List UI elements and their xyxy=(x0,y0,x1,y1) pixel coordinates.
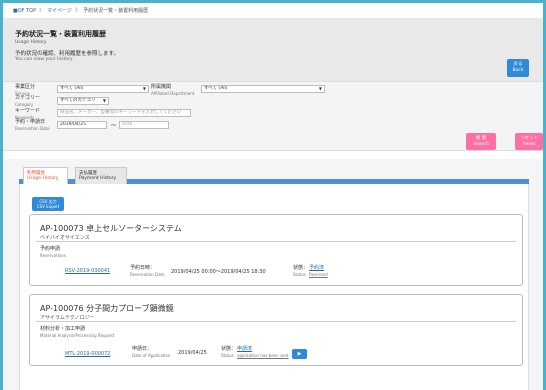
record-category: 材料分析・加工申請 Material Analysis/Processing Re… xyxy=(40,326,115,339)
page-header: 予約状況一覧・装置利用履歴 Usage History 予約状況の確認、利用履歴… xyxy=(3,19,543,81)
date-range-tilde: 〜 xyxy=(111,123,117,129)
record-date-label: 予約日時： Reservation Date xyxy=(130,265,165,278)
breadcrumb-item-top[interactable]: ■OF TOP xyxy=(13,8,36,14)
record-date-value: 2019/04/25 00:00〜2019/04/25 18:30 xyxy=(171,269,266,275)
page-title-en: Usage History xyxy=(15,40,47,45)
reset-button-label-en: Reset xyxy=(522,142,536,147)
service-select[interactable]: すべて (All) ▼ xyxy=(57,85,149,93)
breadcrumb-separator: 》 xyxy=(39,8,45,14)
tab-usage-history[interactable]: 利用履歴 Usage History xyxy=(23,167,68,184)
record-status-label: 状態： Status xyxy=(293,265,309,278)
back-button-label-en: Back xyxy=(512,68,524,73)
record-card: AP-100076 分子間力プローブ顕微鏡 アサイラムテクノロジー 材料分析・加… xyxy=(29,294,523,366)
tab-label-en: Payment History xyxy=(79,176,117,181)
csv-export-button[interactable]: CSV 出力 CSV Export xyxy=(32,197,64,211)
divider xyxy=(36,241,516,242)
record-date-value: 2019/04/25 xyxy=(178,350,207,356)
category-select[interactable]: すべてのカテゴリ ▼ xyxy=(57,97,109,105)
category-label: カテゴリー Category xyxy=(15,95,41,108)
date-label: 予約・申請日 Reservation Date xyxy=(15,119,50,132)
chevron-down-icon: ▼ xyxy=(318,86,322,91)
tab-label-en: Usage History xyxy=(27,176,59,181)
record-status[interactable]: 予約済 Reserved xyxy=(309,266,328,278)
breadcrumb-separator: 》 xyxy=(75,8,81,14)
breadcrumb: ■OF TOP 》マイページ》予約状況一覧・装置利用履歴 xyxy=(3,3,543,19)
date-to-input[interactable]: Until xyxy=(119,121,169,129)
record-title: AP-100073 卓上セルソーターシステム xyxy=(40,224,182,233)
back-button[interactable]: 戻る Back xyxy=(507,59,529,77)
tab-bar: 利用履歴 Usage History 支払履歴 Payment History xyxy=(19,167,529,184)
results-area: 利用履歴 Usage History 支払履歴 Payment History … xyxy=(3,159,543,390)
chevron-down-icon: ▼ xyxy=(142,86,146,91)
record-date-label: 申請日： Date of Application xyxy=(132,346,171,359)
breadcrumb-item-current: 予約状況一覧・装置利用履歴 xyxy=(83,8,149,14)
search-form: 事業区分 Service すべて (All) ▼ 所属機関 Affiliated De… xyxy=(3,81,543,151)
csv-export-label-en: CSV Export xyxy=(36,204,60,209)
usage-history-panel: CSV 出力 CSV Export AP-100073 卓上セルソーターシステム… xyxy=(19,184,529,390)
divider xyxy=(36,321,516,322)
breadcrumb-item-mypage[interactable]: マイページ xyxy=(47,8,72,14)
record-subtitle: ベイバイオサイエンス xyxy=(40,235,90,241)
reset-button[interactable]: リセット Reset xyxy=(515,133,543,150)
chevron-down-icon: ▼ xyxy=(102,98,106,103)
department-select[interactable]: すべて (All) ▼ xyxy=(201,85,325,93)
page-title: 予約状況一覧・装置利用履歴 xyxy=(15,30,106,38)
page-description: 予約状況の確認、利用履歴を参照します。 xyxy=(15,51,119,57)
arrow-right-icon: ▶ xyxy=(297,351,302,357)
open-record-button[interactable]: ▶ xyxy=(292,349,307,359)
record-status[interactable]: 申請済 application has been sent xyxy=(237,347,289,359)
keyword-input[interactable]: 商品名、メーカー、型番等のキーワードを入力してください xyxy=(57,109,191,117)
tab-payment-history[interactable]: 支払履歴 Payment History xyxy=(75,167,127,184)
record-card: AP-100073 卓上セルソーターシステム ベイバイオサイエンス 予約申請 Re… xyxy=(29,214,523,286)
record-title: AP-100076 分子間力プローブ顕微鏡 xyxy=(40,304,174,313)
department-label: 所属機関 Affiliated Department xyxy=(151,84,195,97)
record-category: 予約申請 Reservations xyxy=(40,246,66,259)
app-window: ■OF TOP 》マイページ》予約状況一覧・装置利用履歴 予約状況一覧・装置利用履… xyxy=(3,3,543,390)
page-description-en: You can view your history xyxy=(15,57,73,62)
record-status-label: 状態： Status xyxy=(221,346,237,359)
record-ref-link[interactable]: RSV-2019-030041 xyxy=(65,268,110,274)
record-ref-link[interactable]: MTL-2019-000072 xyxy=(65,351,111,357)
search-button[interactable]: 検 索 Search xyxy=(466,133,496,150)
date-from-input[interactable]: 2019/04/25 xyxy=(57,121,107,129)
search-button-label-en: Search xyxy=(473,142,489,147)
record-subtitle: アサイラムテクノロジー xyxy=(40,315,95,321)
